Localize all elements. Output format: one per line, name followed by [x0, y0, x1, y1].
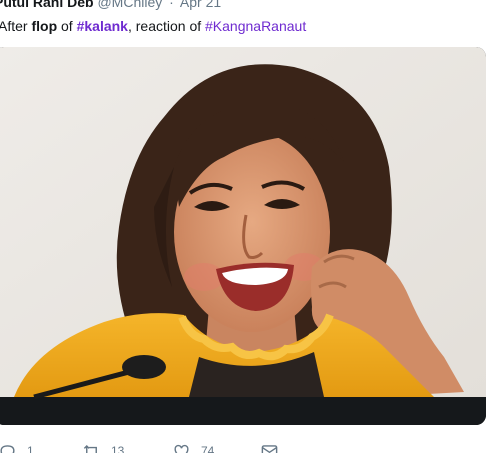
- like-count: 74: [201, 444, 215, 453]
- author-name[interactable]: Putul Rani Deb: [0, 0, 94, 10]
- photo-illustration: [0, 47, 486, 425]
- tweet-header: Putul Rani Deb @MChiley · Apr 21: [0, 0, 221, 11]
- reply-icon: [0, 444, 15, 453]
- direct-message-button[interactable]: [260, 441, 289, 453]
- direct-message-icon: [261, 444, 278, 453]
- tweet-actions: 1 13 74: [0, 441, 499, 453]
- author-handle[interactable]: @MChiley: [97, 0, 162, 10]
- meta-separator: ·: [169, 0, 174, 10]
- hashtag-link[interactable]: #kalank: [77, 18, 128, 34]
- retweet-button[interactable]: 13: [82, 441, 124, 453]
- reply-count: 1: [27, 444, 34, 453]
- like-icon: [174, 444, 189, 453]
- retweet-count: 13: [111, 444, 125, 453]
- reply-button[interactable]: 1: [0, 441, 34, 453]
- retweet-icon: [83, 444, 97, 453]
- like-button[interactable]: 74: [172, 441, 214, 453]
- tweet-text-part: of: [57, 18, 77, 34]
- tweet-text-part: After: [0, 18, 32, 34]
- hashtag-link[interactable]: #KangnaRanaut: [205, 18, 306, 34]
- tweet-date[interactable]: Apr 21: [180, 0, 221, 10]
- tweet-text-bold: flop: [31, 18, 58, 34]
- tweet-text: After flop of #kalank, reaction of #Kang…: [0, 17, 306, 35]
- tweet-media-photo[interactable]: [0, 47, 486, 425]
- tweet-text-part: , reaction of: [127, 18, 206, 34]
